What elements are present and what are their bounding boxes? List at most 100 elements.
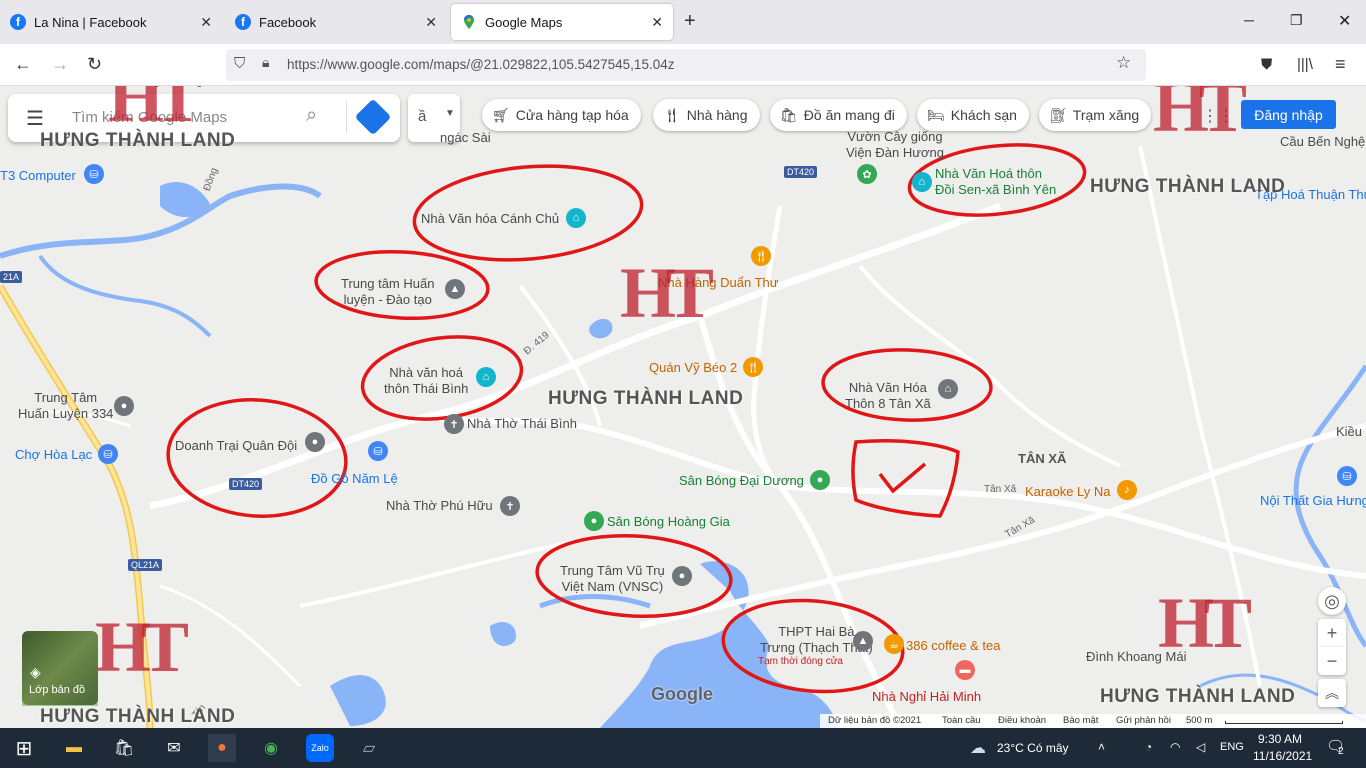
library-icon[interactable]: |||\ <box>1297 56 1313 73</box>
place-label[interactable]: 386 coffee & tea <box>906 638 1000 654</box>
place-label[interactable]: Nhà Thờ Phú Hữu <box>386 498 493 514</box>
place-label[interactable]: Nhà Nghỉ Hải Minh <box>872 689 981 705</box>
map-canvas[interactable]: ☰ Tìm kiếm Google Maps ⌕ ầ ▼ 🛒︎ Cửa hàng … <box>0 86 1366 728</box>
place-label[interactable]: Sân Bóng Đại Dương <box>679 473 804 489</box>
place-label[interactable]: Doanh Trại Quân Đội <box>175 438 297 454</box>
place-label[interactable]: Nhà Văn Hoá thôn Đồi Sen-xã Bình Yên <box>935 166 1056 198</box>
volume-icon[interactable]: ◁ <box>1196 740 1205 754</box>
shopping-pin-icon[interactable]: ⛁ <box>84 164 104 184</box>
chrome-icon[interactable]: ◉ <box>257 734 285 762</box>
place-label[interactable]: Karaoke Ly Na <box>1025 484 1111 500</box>
file-explorer-icon[interactable]: ▬ <box>60 734 88 762</box>
shopping-pin-icon[interactable]: ⛁ <box>1337 466 1357 486</box>
shopping-pin-icon[interactable]: ⛁ <box>98 444 118 464</box>
shield-icon[interactable]: ⛉ <box>234 55 245 72</box>
place-pin-icon[interactable]: ● <box>305 432 325 452</box>
place-label[interactable]: Nội Thất Gia Hưng <box>1260 493 1366 509</box>
place-pin-icon[interactable]: ● <box>672 566 692 586</box>
place-label[interactable]: Trung Tâm Vũ Trụ Việt Nam (VNSC) <box>560 563 665 595</box>
close-icon[interactable]: ✕ <box>425 14 437 31</box>
global-link[interactable]: Toàn cầu <box>942 715 981 726</box>
clock-date[interactable]: 11/16/2021 <box>1253 749 1312 763</box>
signin-button[interactable]: Đăng nhập <box>1241 100 1336 129</box>
restaurant-pin-icon[interactable]: 🍴︎ <box>743 357 763 377</box>
tab-facebook[interactable]: f Facebook ✕ <box>225 4 447 40</box>
pocket-icon[interactable]: ⛊ <box>1261 56 1272 73</box>
terms-link[interactable]: Điều khoản <box>998 715 1046 726</box>
chip-gas[interactable]: ⛽︎ Trạm xăng <box>1039 99 1152 131</box>
chip-grocery[interactable]: 🛒︎ Cửa hàng tạp hóa <box>482 99 641 131</box>
close-icon[interactable]: ✕ <box>651 14 663 31</box>
url-bar[interactable]: ⛉ 🔒︎ https://www.google.com/maps/@21.029… <box>226 49 1146 81</box>
back-button[interactable]: ← <box>14 54 32 75</box>
place-label[interactable]: Vườn Cây giống Viện Đàn Hương <box>846 129 944 161</box>
my-location-button[interactable]: ◎ <box>1318 587 1346 615</box>
forward-button[interactable]: → <box>51 54 69 75</box>
cafe-pin-icon[interactable]: ☕︎ <box>884 634 904 654</box>
place-label[interactable]: Đồ Gỗ Năm Lệ <box>311 471 398 487</box>
place-pin-icon[interactable]: ● <box>114 396 134 416</box>
place-label[interactable]: Cầu Bến Nghệ <box>1280 134 1365 150</box>
chip-hotels[interactable]: 🛏︎ Khách sạn <box>917 99 1029 131</box>
feedback-link[interactable]: Gửi phản hồi <box>1116 715 1171 726</box>
network-icon[interactable]: ◔ <box>1145 740 1152 754</box>
school-pin-icon[interactable]: ▲ <box>853 631 873 651</box>
place-label[interactable]: Kiều <box>1336 424 1362 440</box>
weather-text[interactable]: 23°C Có mây <box>997 741 1069 755</box>
lock-icon[interactable]: 🔒︎ <box>262 54 269 71</box>
store-icon[interactable]: 🛍︎ <box>110 734 138 762</box>
garden-pin-icon[interactable]: ✿ <box>857 164 877 184</box>
bookmark-star-icon[interactable]: ☆ <box>1116 53 1131 73</box>
church-pin-icon[interactable]: ✝ <box>500 496 520 516</box>
map-data-credit[interactable]: Dữ liệu bản đồ ©2021 <box>828 715 921 726</box>
place-label[interactable]: Nhà Văn Hóa Thôn 8 Tân Xã <box>845 380 931 412</box>
mail-icon[interactable]: ✉ <box>160 734 188 762</box>
wifi-icon[interactable]: ◠ <box>1170 740 1180 754</box>
hamburger-menu-icon[interactable]: ☰ <box>26 106 44 131</box>
windows-start-icon[interactable]: ⊞ <box>10 734 38 762</box>
menu-icon[interactable]: ≡ <box>1335 54 1346 75</box>
language-indicator[interactable]: ENG <box>1220 741 1244 753</box>
privacy-link[interactable]: Bảo mật <box>1063 715 1098 726</box>
sports-pin-icon[interactable]: ● <box>584 511 604 531</box>
reload-button[interactable]: ↻ <box>87 54 102 75</box>
url-text[interactable]: https://www.google.com/maps/@21.029822,1… <box>287 57 674 72</box>
place-label[interactable]: ngác Sài <box>440 130 491 146</box>
shopping-pin-icon[interactable]: ⛁ <box>368 441 388 461</box>
school-pin-icon[interactable]: ▲ <box>445 279 465 299</box>
clock-time[interactable]: 9:30 AM <box>1258 732 1302 746</box>
tab-la-nina-facebook[interactable]: f La Nina | Facebook ✕ <box>0 4 222 40</box>
notepad-icon[interactable]: ▱ <box>355 734 383 762</box>
firefox-icon[interactable]: ● <box>208 734 236 762</box>
landmark-pin-icon[interactable]: ⌂ <box>938 379 958 399</box>
place-label[interactable]: Sân Bóng Hoàng Gia <box>607 514 730 530</box>
minimize-button[interactable]: ─ <box>1244 12 1254 28</box>
place-label[interactable]: Quán Vỹ Béo 2 <box>649 360 737 376</box>
search-icon[interactable]: ⌕ <box>306 104 317 127</box>
place-label[interactable]: Trung tâm Huấn luyện - Đào tạo <box>341 276 434 308</box>
restaurant-pin-icon[interactable]: 🍴︎ <box>751 246 771 266</box>
place-label[interactable]: Nhà Thờ Thái Bình <box>467 416 577 432</box>
scale-label[interactable]: 500 m <box>1186 715 1212 726</box>
place-label[interactable]: Chợ Hòa Lạc <box>15 447 92 463</box>
chip-restaurants[interactable]: 🍴︎ Nhà hàng <box>653 99 760 131</box>
bar-pin-icon[interactable]: ♪ <box>1117 480 1137 500</box>
sports-pin-icon[interactable]: ● <box>810 470 830 490</box>
zoom-out-button[interactable]: − <box>1318 647 1346 675</box>
landmark-pin-icon[interactable]: ⌂ <box>476 367 496 387</box>
directions-icon[interactable] <box>354 98 392 136</box>
chip-takeout[interactable]: 🛍︎ Đồ ăn mang đi <box>770 99 907 131</box>
landmark-pin-icon[interactable]: ⌂ <box>566 208 586 228</box>
maximize-button[interactable]: ❐ <box>1290 12 1303 29</box>
hotel-pin-icon[interactable]: ▬ <box>955 660 975 680</box>
zoom-in-button[interactable]: + <box>1318 619 1346 647</box>
window-close-button[interactable]: ✕ <box>1338 11 1351 31</box>
tab-google-maps[interactable]: Google Maps ✕ <box>451 4 673 40</box>
chevron-up-icon[interactable]: ˄ <box>1098 740 1105 754</box>
close-icon[interactable]: ✕ <box>200 14 212 31</box>
place-label[interactable]: Trung Tâm Huấn Luyện 334 <box>18 390 113 422</box>
place-label[interactable]: Nhà văn hoá thôn Thái Bình <box>384 365 468 397</box>
zalo-icon[interactable]: Zalo <box>306 734 334 762</box>
church-pin-icon[interactable]: ✝ <box>444 414 464 434</box>
place-label[interactable]: T3 Computer <box>0 168 76 184</box>
